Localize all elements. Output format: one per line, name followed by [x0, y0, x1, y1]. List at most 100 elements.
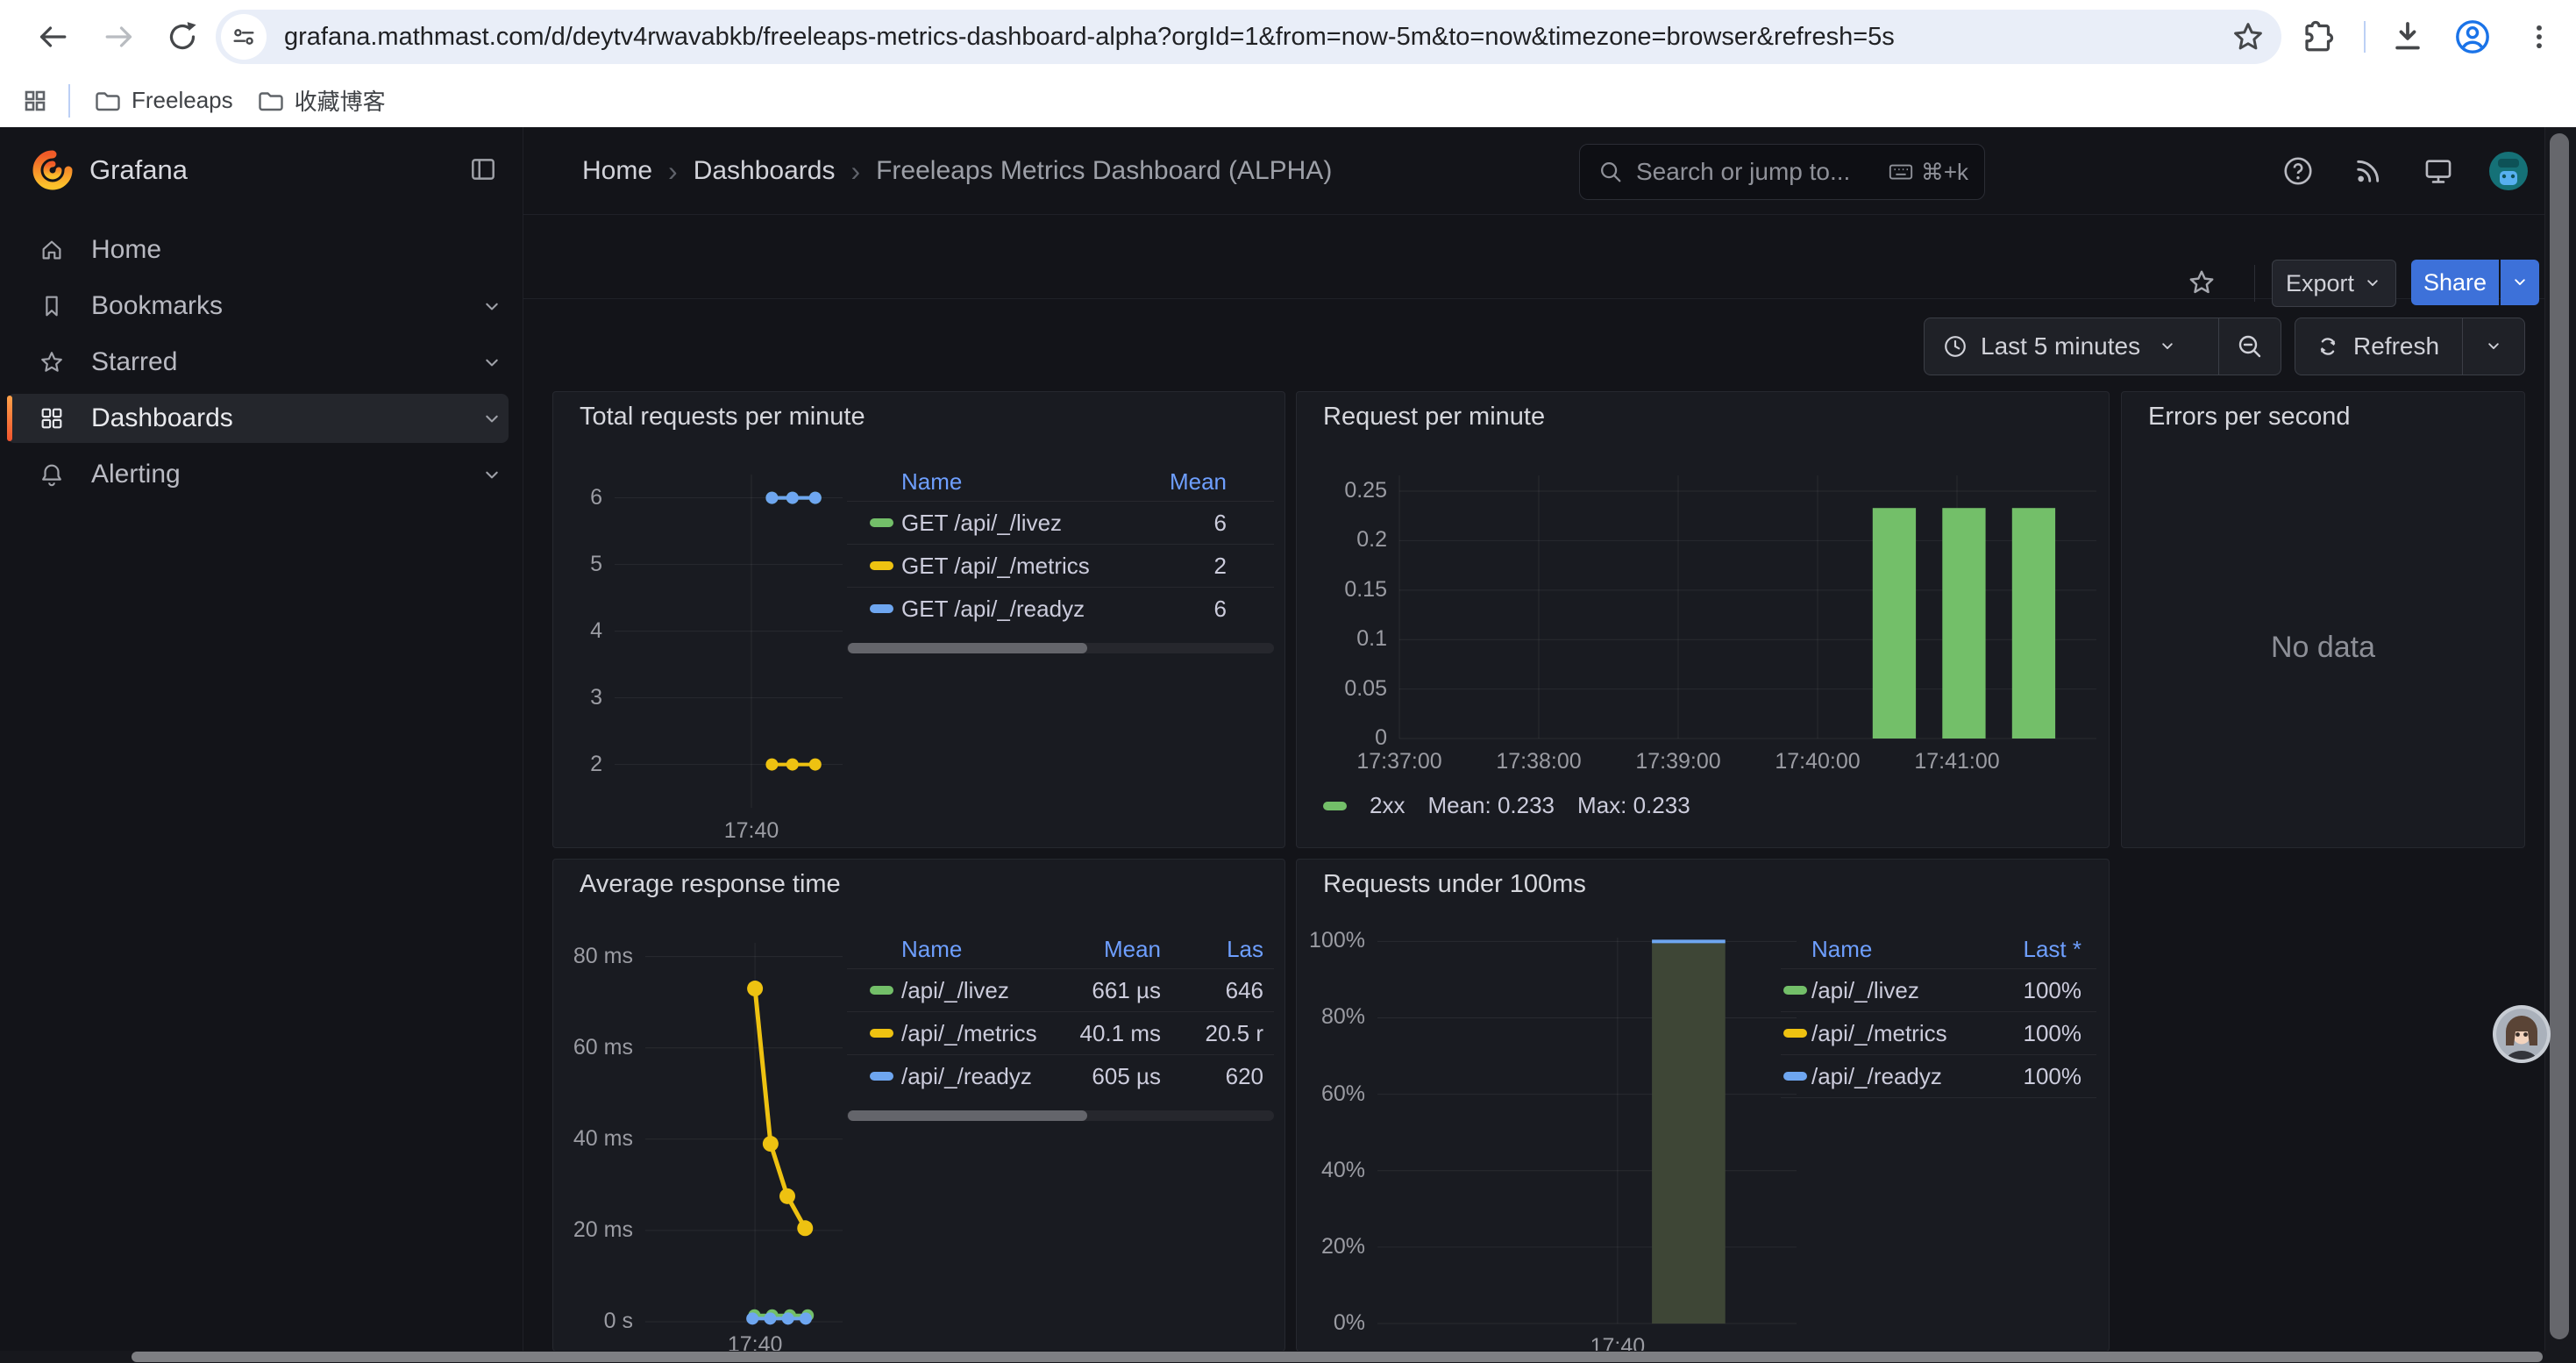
legend-header-name[interactable]: Name: [901, 930, 962, 968]
news-button[interactable]: [2349, 152, 2387, 190]
url-text[interactable]: grafana.mathmast.com/d/deytv4rwavabkb/fr…: [284, 23, 1895, 52]
legend-header-last[interactable]: Las: [1227, 930, 1263, 968]
favorite-dashboard-button[interactable]: [2182, 260, 2221, 305]
breadcrumb-home[interactable]: Home: [582, 156, 652, 186]
legend-header-mean[interactable]: Mean: [1170, 462, 1227, 501]
sidebar-item-starred[interactable]: Starred: [0, 334, 523, 390]
refresh-group: Refresh: [2295, 318, 2525, 375]
sidebar-item-alerting[interactable]: Alerting: [0, 446, 523, 503]
chevron-down-icon[interactable]: [480, 408, 503, 431]
star-icon: [2187, 268, 2217, 297]
legend-row[interactable]: GET /api/_/metrics 2: [847, 544, 1274, 587]
browser-menu-button[interactable]: [2518, 16, 2560, 58]
download-icon: [2390, 19, 2425, 54]
url-bar[interactable]: grafana.mathmast.com/d/deytv4rwavabkb/fr…: [216, 10, 2281, 64]
panel-errors-per-second: Errors per second No data: [2121, 391, 2525, 848]
legend-row[interactable]: /api/_/readyz 100%: [1781, 1054, 2096, 1098]
sidebar-toggle-button[interactable]: [468, 154, 503, 186]
series-name[interactable]: /api/_/livez: [1811, 969, 1919, 1011]
y-axis-tick-label: 60 ms: [553, 1035, 633, 1060]
help-button[interactable]: [2279, 152, 2317, 190]
legend-header-last[interactable]: Last *: [2024, 930, 2082, 968]
series-mean: 661 µs: [1092, 969, 1161, 1011]
legend-row[interactable]: /api/_/livez 100%: [1781, 968, 2096, 1011]
sidebar-item-bookmarks[interactable]: Bookmarks: [0, 278, 523, 334]
legend-header-name[interactable]: Name: [1811, 930, 1872, 968]
forward-button[interactable]: [98, 16, 140, 58]
share-button[interactable]: Share: [2411, 260, 2499, 305]
x-axis-tick-label: 17:40: [676, 1332, 834, 1352]
series-name[interactable]: /api/_/readyz: [901, 1055, 1032, 1097]
legend-scrollbar[interactable]: [847, 1110, 1274, 1121]
request-per-minute-plot[interactable]: [1399, 475, 2096, 739]
share-dropdown-button[interactable]: [2501, 260, 2539, 305]
bookmark-folder-blogs[interactable]: 收藏博客: [256, 84, 386, 117]
chevron-down-icon[interactable]: [480, 464, 503, 487]
series-name[interactable]: GET /api/_/metrics: [901, 545, 1090, 587]
legend-row[interactable]: GET /api/_/livez 6: [847, 501, 1274, 544]
legend-scrollbar-thumb[interactable]: [848, 643, 1087, 653]
display-button[interactable]: [2419, 152, 2458, 190]
horizontal-scrollbar-thumb[interactable]: [132, 1352, 2543, 1362]
refresh-interval-button[interactable]: [2463, 318, 2524, 375]
legend-scrollbar-thumb[interactable]: [848, 1110, 1087, 1121]
star-icon: [2231, 19, 2266, 54]
sidebar-item-home[interactable]: Home: [0, 222, 523, 278]
requests-under-100ms-plot[interactable]: [1377, 938, 1797, 1324]
bookmark-folder-freeleaps[interactable]: Freeleaps: [93, 87, 233, 115]
vertical-scrollbar-thumb[interactable]: [2550, 133, 2569, 1339]
extensions-button[interactable]: [2295, 16, 2338, 58]
series-last: 100%: [2024, 969, 2082, 1011]
series-name[interactable]: /api/_/livez: [901, 969, 1009, 1011]
legend-row[interactable]: 2xx Mean: 0.233 Max: 0.233: [1323, 792, 1690, 819]
search-input[interactable]: Search or jump to... ⌘+k: [1579, 144, 1985, 200]
legend-row[interactable]: /api/_/readyz 605 µs 620: [847, 1054, 1274, 1097]
series-name[interactable]: GET /api/_/readyz: [901, 588, 1085, 630]
sidebar-item-dashboards[interactable]: Dashboards: [0, 390, 523, 446]
series-name[interactable]: /api/_/metrics: [1811, 1012, 1947, 1054]
grafana-logo[interactable]: [32, 149, 74, 191]
series-swatch: [870, 604, 893, 613]
legend-table: Name Mean Las /api/_/livez 661 µs 646 /a…: [847, 930, 1274, 1121]
user-avatar[interactable]: [2489, 152, 2528, 190]
y-axis-tick-label: 0 s: [553, 1309, 633, 1334]
legend-row[interactable]: /api/_/metrics 100%: [1781, 1011, 2096, 1054]
average-response-time-plot[interactable]: [645, 943, 843, 1322]
download-button[interactable]: [2387, 16, 2429, 58]
series-mean: Mean: 0.233: [1427, 792, 1555, 819]
header-divider: [523, 214, 2576, 215]
series-name[interactable]: /api/_/metrics: [901, 1012, 1037, 1054]
legend-header-mean[interactable]: Mean: [1104, 930, 1161, 968]
series-swatch: [1783, 1072, 1807, 1081]
legend-table: Name Mean GET /api/_/livez 6 GET /api/_/…: [847, 462, 1274, 653]
sidebar-item-label: Alerting: [91, 446, 181, 503]
reload-button[interactable]: [161, 16, 203, 58]
export-button[interactable]: Export: [2272, 260, 2396, 307]
legend-row[interactable]: GET /api/_/readyz 6: [847, 587, 1274, 630]
series-name[interactable]: /api/_/readyz: [1811, 1055, 1942, 1097]
legend-row[interactable]: /api/_/metrics 40.1 ms 20.5 r: [847, 1011, 1274, 1054]
breadcrumb-dashboards[interactable]: Dashboards: [694, 156, 836, 186]
back-button[interactable]: [32, 16, 74, 58]
legend-scrollbar[interactable]: [847, 643, 1274, 653]
zoom-out-time-button[interactable]: [2219, 318, 2281, 375]
series-name[interactable]: GET /api/_/livez: [901, 502, 1062, 544]
assistant-avatar-widget[interactable]: [2493, 1005, 2551, 1063]
rss-icon: [2352, 154, 2385, 188]
legend-row[interactable]: /api/_/livez 661 µs 646: [847, 968, 1274, 1011]
refresh-button[interactable]: Refresh: [2295, 318, 2462, 375]
bookmark-star-button[interactable]: [2231, 19, 2266, 54]
legend-header-name[interactable]: Name: [901, 462, 962, 501]
total-requests-per-minute-plot[interactable]: [615, 475, 843, 808]
time-range-button[interactable]: Last 5 minutes: [1925, 318, 2218, 375]
series-last: 620: [1226, 1055, 1263, 1097]
panel-title[interactable]: Errors per second: [2148, 403, 2351, 432]
chevron-down-icon[interactable]: [480, 352, 503, 375]
profile-button[interactable]: [2451, 16, 2494, 58]
apps-button[interactable]: [21, 87, 49, 115]
series-name[interactable]: 2xx: [1370, 792, 1405, 819]
site-settings-button[interactable]: [221, 14, 267, 60]
chevron-down-icon[interactable]: [480, 296, 503, 318]
search-shortcut: ⌘+k: [1888, 159, 1968, 186]
series-swatch: [870, 1072, 893, 1081]
